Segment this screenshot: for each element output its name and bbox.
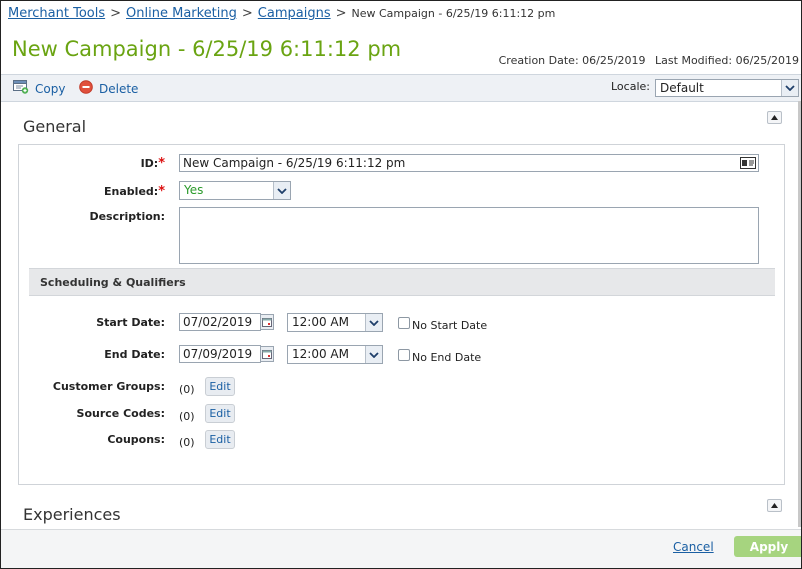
description-label: Description: xyxy=(89,210,165,223)
customer-groups-count: (0) xyxy=(179,383,195,396)
cancel-link[interactable]: Cancel xyxy=(673,540,714,554)
footer: Cancel Apply xyxy=(1,529,801,568)
toolbar: Copy Delete Locale: Default xyxy=(1,74,801,102)
no-start-date-checkbox[interactable] xyxy=(398,317,410,329)
breadcrumb-merchant-tools[interactable]: Merchant Tools xyxy=(8,6,105,21)
experiences-heading: Experiences xyxy=(23,505,121,524)
chevron-down-icon xyxy=(273,182,290,199)
required-marker: * xyxy=(158,184,165,199)
enabled-value: Yes xyxy=(184,183,204,197)
start-date-value: 07/02/2019 xyxy=(183,315,253,329)
breadcrumb-separator: > xyxy=(110,6,122,21)
page-dates: Creation Date: 06/25/2019 Last Modified:… xyxy=(493,54,799,67)
breadcrumb: Merchant Tools > Online Marketing > Campaign… xyxy=(8,6,555,21)
start-time-value: 12:00 AM xyxy=(292,315,349,329)
enabled-select[interactable]: Yes xyxy=(179,181,291,200)
required-marker: * xyxy=(158,156,165,171)
enabled-label: Enabled:* xyxy=(104,184,165,199)
locale-value: Default xyxy=(660,81,704,95)
page-title: New Campaign - 6/25/19 6:11:12 pm xyxy=(12,37,402,61)
breadcrumb-separator: > xyxy=(241,6,253,21)
creation-date: Creation Date: 06/25/2019 xyxy=(498,54,646,67)
window: Merchant Tools > Online Marketing > Campaign… xyxy=(0,0,802,569)
id-value: New Campaign - 6/25/19 6:11:12 pm xyxy=(183,156,406,170)
enabled-label-text: Enabled: xyxy=(104,185,159,198)
scheduling-heading: Scheduling & Qualifiers xyxy=(40,276,186,289)
copy-icon xyxy=(13,80,29,97)
chevron-down-icon xyxy=(365,346,382,363)
end-date-label: End Date: xyxy=(104,348,165,361)
calendar-icon[interactable] xyxy=(260,346,274,362)
end-time-select[interactable]: 12:00 AM xyxy=(287,345,383,364)
copy-button[interactable]: Copy xyxy=(13,80,65,97)
chevron-down-icon xyxy=(781,80,798,96)
coupons-edit-button[interactable]: Edit xyxy=(205,430,235,449)
id-label: ID:* xyxy=(141,156,165,171)
scrollbar[interactable] xyxy=(798,101,801,527)
end-date-value: 07/09/2019 xyxy=(183,347,253,361)
collapse-up-icon xyxy=(771,503,778,508)
copy-label: Copy xyxy=(35,81,66,96)
coupons-count: (0) xyxy=(179,436,195,449)
no-end-date-label: No End Date xyxy=(412,351,482,364)
chevron-down-icon xyxy=(365,314,382,331)
general-panel: ID:* New Campaign - 6/25/19 6:11:12 pm E… xyxy=(18,144,785,485)
locale-label: Locale: xyxy=(611,80,650,93)
breadcrumb-separator: > xyxy=(335,6,347,21)
delete-button[interactable]: Delete xyxy=(79,80,138,97)
customer-groups-label: Customer Groups: xyxy=(52,380,165,393)
experiences-collapse-button[interactable] xyxy=(767,499,782,512)
apply-button[interactable]: Apply xyxy=(734,536,801,557)
start-date-label: Start Date: xyxy=(96,316,165,329)
id-label-text: ID: xyxy=(140,157,159,170)
last-modified-date: Last Modified: 06/25/2019 xyxy=(655,54,799,67)
breadcrumb-online-marketing[interactable]: Online Marketing xyxy=(126,6,237,21)
end-date-field[interactable]: 07/09/2019 xyxy=(179,345,261,363)
breadcrumb-current: New Campaign - 6/25/19 6:11:12 pm xyxy=(351,7,556,20)
source-codes-count: (0) xyxy=(179,410,195,423)
id-card-icon[interactable] xyxy=(740,157,756,172)
id-field[interactable]: New Campaign - 6/25/19 6:11:12 pm xyxy=(179,154,759,172)
general-collapse-button[interactable] xyxy=(767,111,782,124)
no-end-date-checkbox[interactable] xyxy=(398,349,410,361)
calendar-icon[interactable] xyxy=(260,314,274,330)
end-time-value: 12:00 AM xyxy=(292,347,349,361)
start-time-select[interactable]: 12:00 AM xyxy=(287,313,383,332)
general-heading: General xyxy=(23,117,87,136)
source-codes-edit-button[interactable]: Edit xyxy=(205,404,235,423)
no-start-date-label: No Start Date xyxy=(412,319,488,332)
source-codes-label: Source Codes: xyxy=(76,407,165,420)
locale-select[interactable]: Default xyxy=(655,79,799,97)
delete-label: Delete xyxy=(99,81,139,96)
coupons-label: Coupons: xyxy=(107,433,165,446)
start-date-field[interactable]: 07/02/2019 xyxy=(179,313,261,331)
collapse-up-icon xyxy=(771,115,778,120)
delete-icon xyxy=(79,80,93,97)
breadcrumb-campaigns[interactable]: Campaigns xyxy=(258,6,331,21)
scheduling-header: Scheduling & Qualifiers xyxy=(29,268,775,296)
description-textarea[interactable] xyxy=(179,207,759,264)
customer-groups-edit-button[interactable]: Edit xyxy=(205,377,235,396)
